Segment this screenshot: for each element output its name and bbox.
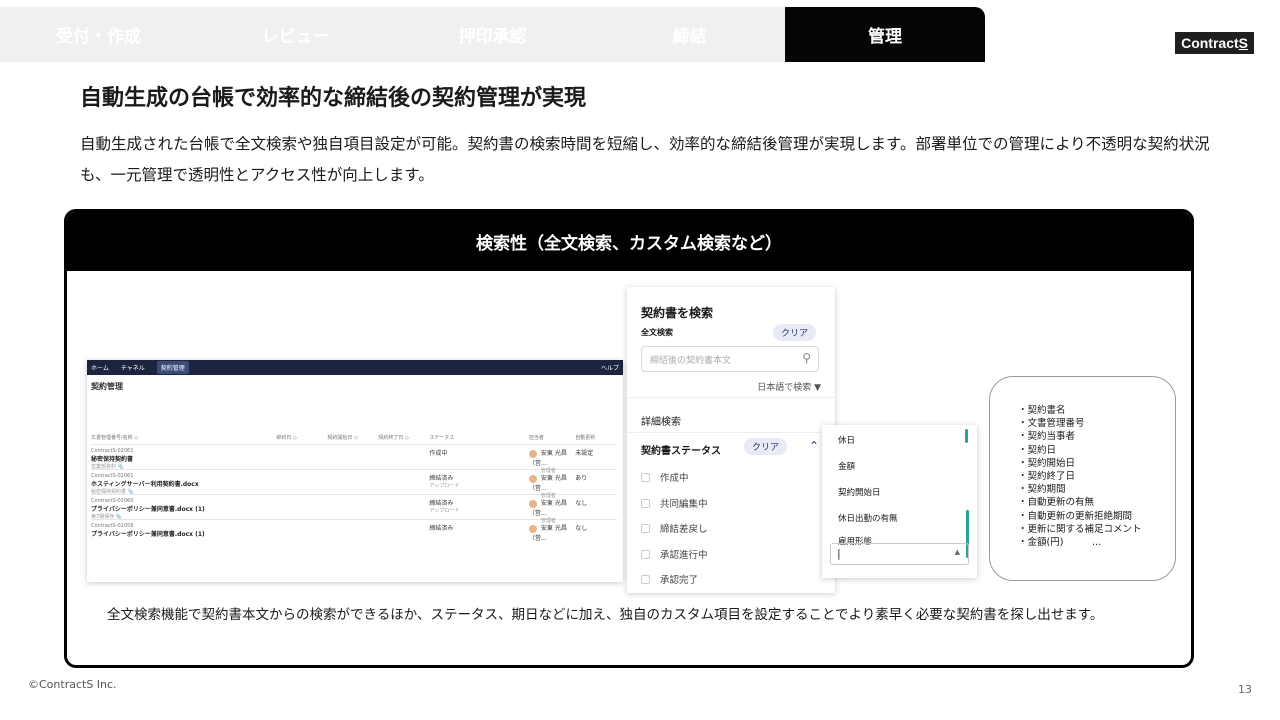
brand-logo: ContractS: [1175, 32, 1254, 54]
column-header[interactable]: 契約終了日 ◇: [378, 434, 429, 441]
search-panel: 契約書を検索 全文検索 クリア 締結後の契約書本文 ⚲ 日本語で検索 ▼ 詳細検索…: [627, 287, 835, 593]
table-row[interactable]: ContractS-02062 秘密保持契約書 営業部資料 📎 作成中 安東 光昌（…: [91, 444, 617, 474]
status-option[interactable]: 承認完了: [641, 572, 698, 586]
column-header: 自動更新: [575, 434, 596, 441]
checkbox[interactable]: [641, 523, 650, 533]
chevron-up-icon[interactable]: ▲: [955, 548, 960, 556]
fulltext-clear-button[interactable]: クリア: [773, 324, 817, 341]
column-header[interactable]: 文書管理番号/名称 ◇: [91, 434, 276, 441]
table-row[interactable]: ContractS-02060 プライバシーポリシー兼同意書.docx (1) 第7…: [91, 494, 617, 524]
column-header[interactable]: 締約日 ◇: [276, 434, 327, 441]
list-item: ・文書管理番号: [1018, 418, 1085, 430]
table-header: 文書管理番号/名称 ◇ 締約日 ◇ 契約開始日 ◇ 契約終了日 ◇ ステータス …: [91, 430, 617, 444]
step-tabs: 受付・作成 レビュー 押印承認 締結 管理: [0, 7, 985, 62]
status-clear-button[interactable]: クリア: [744, 438, 788, 455]
divider: [627, 397, 835, 398]
app-nav: ホーム チャネル 契約管理 ヘルプ: [87, 360, 623, 375]
search-icon[interactable]: ⚲: [802, 351, 811, 365]
app-page-title: 契約管理: [91, 382, 123, 391]
list-item: ・更新に関する補足コメント: [1018, 523, 1142, 535]
fulltext-search-input[interactable]: 締結後の契約書本文 ⚲: [641, 346, 819, 372]
scrollbar[interactable]: [965, 429, 968, 443]
avatar: [528, 499, 537, 508]
step-label: 受付・作成: [56, 27, 141, 47]
column-header: 担当者: [528, 434, 544, 441]
nav-contract-management[interactable]: 契約管理: [156, 361, 189, 374]
custom-field-select[interactable]: | ▲: [830, 543, 969, 565]
status-option[interactable]: 締結差戻し: [641, 521, 708, 535]
search-panel-title: 契約書を検索: [641, 306, 714, 320]
page-number: 13: [1238, 683, 1252, 696]
step-tab-review[interactable]: レビュー: [197, 7, 394, 62]
table-row[interactable]: ContractS-02061 ホスティングサーバー利用契約書.docx 秘密保持契…: [91, 469, 617, 499]
step-tab-approval[interactable]: 押印承認: [394, 7, 591, 62]
feature-box-title: 検索性（全文検索、カスタム検索など）: [67, 212, 1191, 271]
avatar: [528, 474, 537, 483]
chevron-up-icon[interactable]: ⌃: [809, 439, 819, 453]
checkbox[interactable]: [641, 574, 650, 584]
status-option[interactable]: 共同編集中: [641, 496, 708, 510]
field-list: ・契約書名 ・文書管理番号 ・契約当事者 ・契約日 ・契約開始日 ・契約終了日 …: [1018, 404, 1142, 549]
status-option[interactable]: 承認進行中: [641, 547, 708, 561]
custom-field-dropdown: 休日 金額 契約開始日 休日出勤の有無 雇用形態 | ▲: [822, 425, 977, 578]
list-item: ・契約終了日: [1018, 471, 1076, 483]
page-title: 自動生成の台帳で効率的な締結後の契約管理が実現: [80, 86, 587, 111]
list-item: ・金額(円) …: [1018, 537, 1102, 549]
column-header[interactable]: 契約開始日 ◇: [327, 434, 378, 441]
language-select[interactable]: 日本語で検索 ▼: [757, 380, 821, 393]
avatar: [528, 524, 537, 533]
divider: [627, 432, 835, 433]
contract-table: 文書管理番号/名称 ◇ 締約日 ◇ 契約開始日 ◇ 契約終了日 ◇ ステータス …: [91, 430, 617, 544]
column-header: ステータス: [429, 434, 455, 441]
app-screenshot: ホーム チャネル 契約管理 ヘルプ 契約管理 文書管理番号/名称 ◇ 締約日 ◇…: [87, 360, 623, 582]
checkbox[interactable]: [641, 549, 650, 559]
nav-help[interactable]: ヘルプ: [601, 363, 619, 372]
dropdown-option[interactable]: 金額: [838, 460, 855, 472]
list-item: ・契約期間: [1018, 484, 1066, 496]
lead-text: 自動生成された台帳で全文検索や独自項目設定が可能。契約書の検索時間を短縮し、効率…: [80, 135, 1210, 184]
feature-box: 検索性（全文検索、カスタム検索など） ホーム チャネル 契約管理 ヘルプ 契約管…: [64, 209, 1194, 668]
nav-channel[interactable]: チャネル: [121, 363, 145, 372]
dropdown-option[interactable]: 休日: [838, 434, 855, 446]
status-filter-label: 契約書ステータス: [641, 446, 721, 457]
step-label: 管理: [868, 27, 902, 47]
step-tab-signing[interactable]: 締結: [591, 7, 788, 62]
fulltext-label: 全文検索: [641, 328, 673, 337]
step-tab-reception[interactable]: 受付・作成: [0, 7, 197, 62]
list-item: ・自動更新の更新拒絶期間: [1018, 510, 1133, 522]
avatar: [528, 449, 537, 458]
checkbox[interactable]: [641, 472, 650, 482]
step-tab-management[interactable]: 管理: [785, 7, 985, 62]
list-item: ・契約書名: [1018, 405, 1066, 416]
list-item: ・契約当事者: [1018, 431, 1076, 443]
step-label: 押印承認: [458, 27, 527, 47]
list-item: ・契約日: [1018, 444, 1057, 456]
step-label: 締結: [672, 27, 707, 47]
copyright: ©ContractS Inc.: [28, 678, 117, 691]
list-item: ・契約開始日: [1018, 457, 1076, 469]
field-list-bubble: ・契約書名 ・文書管理番号 ・契約当事者 ・契約日 ・契約開始日 ・契約終了日 …: [989, 376, 1176, 581]
nav-home[interactable]: ホーム: [91, 363, 109, 372]
dropdown-option[interactable]: 休日出勤の有無: [838, 512, 898, 524]
list-item: ・自動更新の有無: [1018, 497, 1095, 509]
slide: 受付・作成 レビュー 押印承認 締結 管理 ContractS 自動生成の台帳で…: [0, 0, 1280, 720]
status-option[interactable]: 作成中: [641, 470, 689, 484]
step-label: レビュー: [261, 27, 330, 47]
detail-search-label[interactable]: 詳細検索: [641, 413, 681, 428]
checkbox[interactable]: [641, 498, 650, 508]
feature-caption: 全文検索機能で契約書本文からの検索ができるほか、ステータス、期日などに加え、独自…: [107, 607, 1104, 623]
dropdown-option[interactable]: 契約開始日: [838, 486, 881, 498]
table-row[interactable]: ContractS-02059 プライバシーポリシー兼同意書.docx (1) 締…: [91, 519, 617, 544]
